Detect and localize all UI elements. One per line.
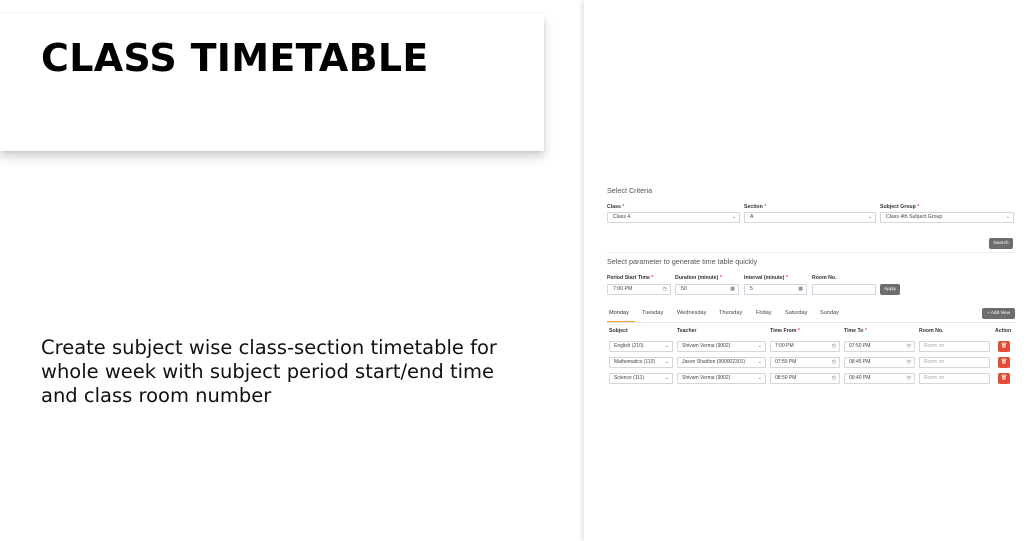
col-teacher: Teacher: [677, 328, 697, 334]
add-new-button[interactable]: + Add New: [982, 308, 1015, 319]
page-title: CLASS TIMETABLE: [41, 36, 429, 80]
row-time-to-input[interactable]: 08:45 PM ◷: [844, 357, 915, 368]
feature-description: Create subject wise class-section timeta…: [41, 336, 497, 407]
row-room-input[interactable]: Room no: [919, 357, 990, 368]
tabs-divider: [607, 322, 1015, 323]
clock-icon: ◷: [906, 343, 911, 349]
interval-input[interactable]: 5 ▦: [744, 284, 807, 295]
clock-icon: ◷: [831, 375, 836, 381]
tab-thursday[interactable]: Thursday: [719, 310, 742, 316]
room-no-label: Room No.: [812, 275, 837, 281]
section-label: Section *: [744, 204, 767, 210]
row-time-from-input[interactable]: 7:00 PM ◷: [770, 341, 840, 352]
chevron-down-icon: ⌄: [664, 375, 669, 381]
row-subject-select[interactable]: Mathematics (110) ⌄: [609, 357, 673, 368]
clock-icon: ◷: [906, 359, 911, 365]
class-label: Class *: [607, 204, 625, 210]
search-button[interactable]: Search: [989, 238, 1013, 249]
row-subject-select[interactable]: English (210) ⌄: [609, 341, 673, 352]
duration-label: Duration (minute) *: [675, 275, 722, 281]
row-time-from-input[interactable]: 07:55 PM ◷: [770, 357, 840, 368]
delete-row-button[interactable]: 🗑: [998, 373, 1010, 384]
delete-row-button[interactable]: 🗑: [998, 341, 1010, 352]
chevron-down-icon: ⌄: [1005, 214, 1010, 220]
select-criteria-heading: Select Criteria: [607, 186, 653, 195]
class-select[interactable]: Class 4 ⌄: [607, 212, 740, 223]
interval-label: Interval (minute) *: [744, 275, 788, 281]
row-time-to-input[interactable]: 09:40 PM ◷: [844, 373, 915, 384]
row-room-input[interactable]: Room no: [919, 373, 990, 384]
tab-saturday[interactable]: Saturday: [785, 310, 807, 316]
calculator-icon: ▦: [730, 286, 735, 292]
chevron-down-icon: ⌄: [757, 343, 762, 349]
chevron-down-icon: ⌄: [664, 359, 669, 365]
trash-icon: 🗑: [1000, 359, 1008, 365]
duration-input[interactable]: 50 ▦: [675, 284, 739, 295]
clock-icon: ◷: [831, 359, 836, 365]
col-action: Action: [995, 328, 1012, 334]
col-room-no: Room No.: [919, 328, 944, 334]
row-room-input[interactable]: Room no: [919, 341, 990, 352]
tab-friday[interactable]: Friday: [756, 310, 772, 316]
subject-group-label: Subject Group *: [880, 204, 920, 210]
calculator-icon: ▦: [798, 286, 803, 292]
clock-icon: ◷: [831, 343, 836, 349]
clock-icon: ◷: [662, 286, 667, 292]
clock-icon: ◷: [906, 375, 911, 381]
row-teacher-select[interactable]: Jason Sharlton (900002301) ⌄: [677, 357, 766, 368]
tab-tuesday[interactable]: Tuesday: [642, 310, 663, 316]
row-time-to-input[interactable]: 07:50 PM ◷: [844, 341, 915, 352]
col-time-to: Time To *: [844, 328, 867, 334]
chevron-down-icon: ⌄: [867, 214, 872, 220]
period-start-label: Period Start Time *: [607, 275, 654, 281]
chevron-down-icon: ⌄: [731, 214, 736, 220]
timetable-screenshot-panel: Select Criteria Class * Class 4 ⌄ Section…: [584, 0, 1029, 541]
subject-group-select[interactable]: Class 4th Subject Group ⌄: [880, 212, 1014, 223]
chevron-down-icon: ⌄: [757, 359, 762, 365]
divider: [607, 252, 1015, 253]
active-tab-indicator: [607, 321, 635, 322]
chevron-down-icon: ⌄: [664, 343, 669, 349]
trash-icon: 🗑: [1000, 375, 1008, 381]
delete-row-button[interactable]: 🗑: [998, 357, 1010, 368]
room-no-input[interactable]: [812, 284, 876, 295]
col-subject: Subject: [609, 328, 628, 334]
tab-monday[interactable]: Monday: [609, 310, 629, 316]
row-teacher-select[interactable]: Shivam Verma (9002) ⌄: [677, 341, 766, 352]
tab-sunday[interactable]: Sunday: [820, 310, 839, 316]
row-subject-select[interactable]: Science (111) ⌄: [609, 373, 673, 384]
quick-generate-heading: Select parameter to generate time table …: [607, 257, 758, 266]
apply-button[interactable]: Apply: [880, 284, 900, 295]
period-start-input[interactable]: 7:00 PM ◷: [607, 284, 671, 295]
tab-wednesday[interactable]: Wednesday: [677, 310, 706, 316]
row-teacher-select[interactable]: Shivam Verma (9002) ⌄: [677, 373, 766, 384]
title-card: CLASS TIMETABLE: [0, 14, 544, 151]
section-select[interactable]: A ⌄: [744, 212, 876, 223]
trash-icon: 🗑: [1000, 343, 1008, 349]
row-time-from-input[interactable]: 08:50 PM ◷: [770, 373, 840, 384]
chevron-down-icon: ⌄: [757, 375, 762, 381]
col-time-from: Time From *: [770, 328, 800, 334]
